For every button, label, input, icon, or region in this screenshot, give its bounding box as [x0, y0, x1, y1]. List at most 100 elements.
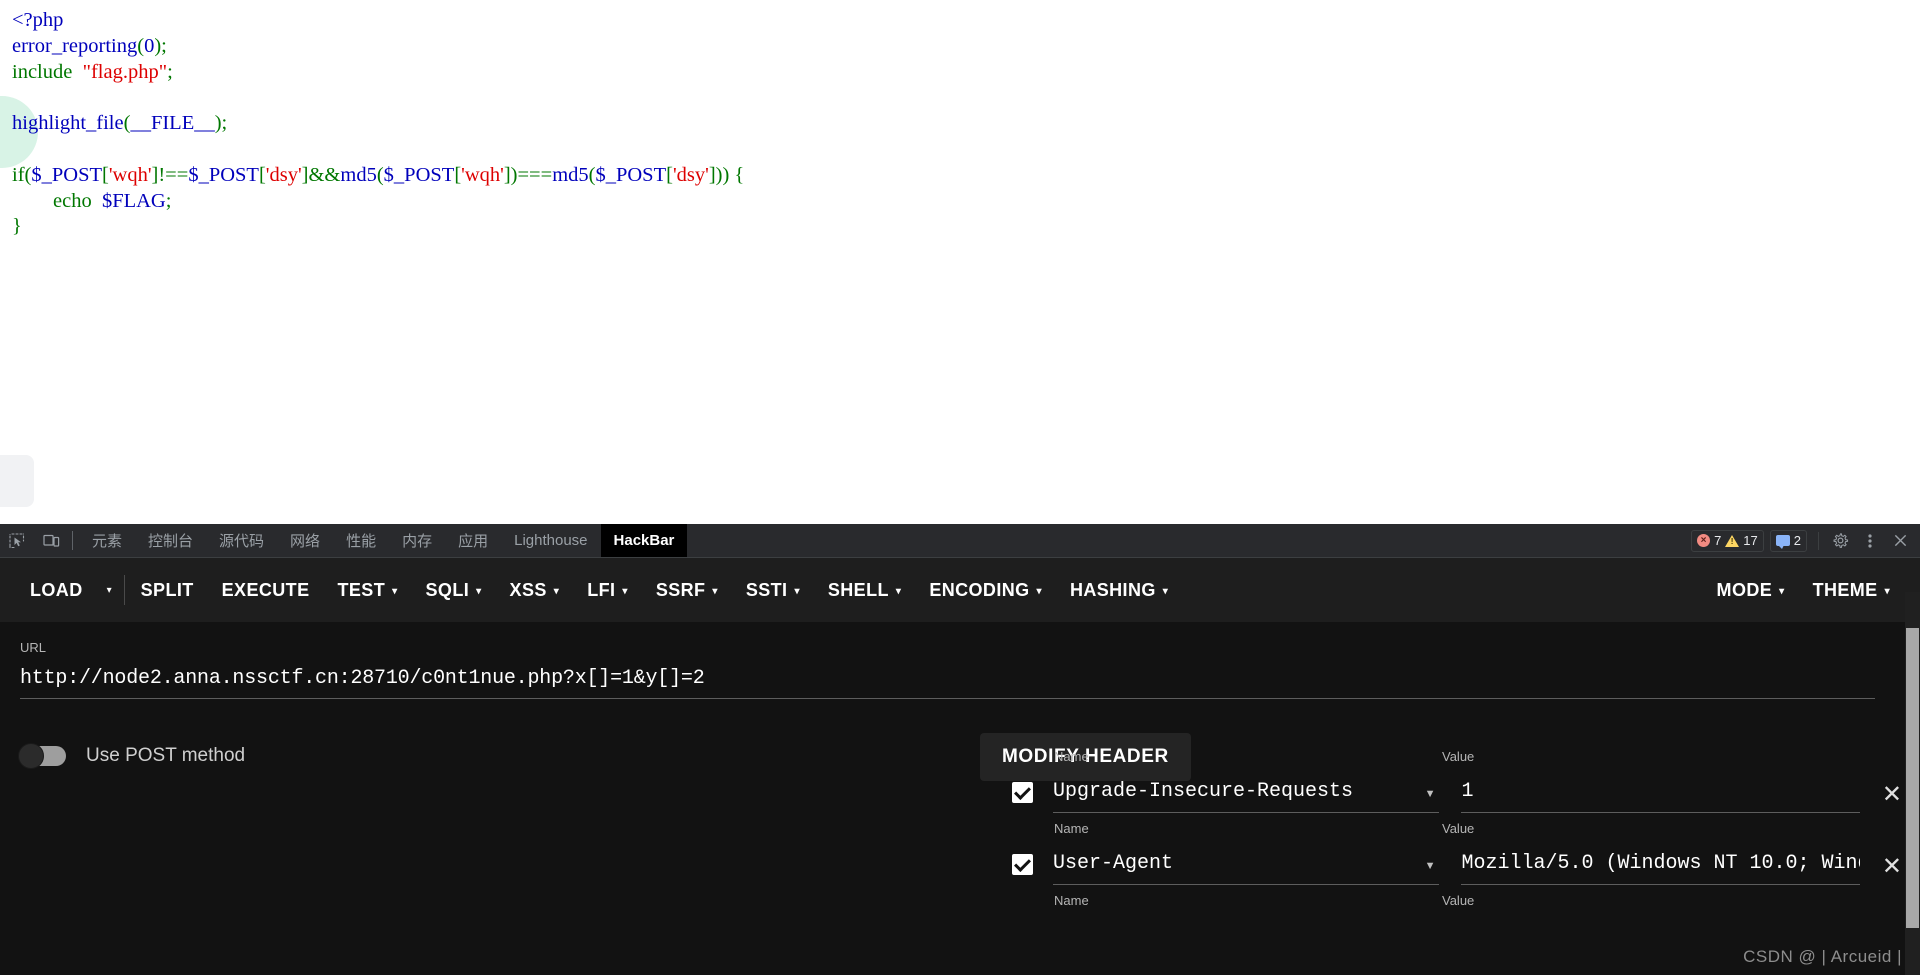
php-source-code: <?php error_reporting(0); include "flag.…	[12, 8, 744, 240]
devtools-tab-application[interactable]: 应用	[445, 524, 501, 557]
header-enabled-checkbox[interactable]	[1012, 854, 1033, 875]
hackbar-hashing-label: HASHING	[1069, 579, 1156, 600]
devtools-tab-performance[interactable]: 性能	[333, 524, 389, 557]
url-input[interactable]: http://node2.anna.nssctf.cn:28710/c0nt1n…	[20, 667, 1875, 699]
code-token: if	[12, 163, 25, 186]
code-token: __FILE__	[130, 112, 215, 135]
issue-counters[interactable]: × 7 17	[1691, 529, 1764, 552]
code-token: ;	[165, 189, 172, 212]
gear-icon[interactable]	[1826, 527, 1854, 555]
inspect-element-icon[interactable]	[0, 524, 34, 557]
hackbar-ssrf-menu[interactable]: SSRF ▾	[642, 558, 732, 622]
code-token: &&	[308, 163, 341, 186]
header-name-input[interactable]: Upgrade-Insecure-Requests ▼	[1053, 780, 1440, 813]
hackbar-body: URL http://node2.anna.nssctf.cn:28710/c0…	[0, 622, 1920, 975]
use-post-method-toggle[interactable]: Use POST method	[18, 733, 980, 769]
chevron-down-icon: ▾	[1162, 585, 1169, 597]
hackbar-load-button[interactable]: LOAD	[16, 558, 97, 622]
code-token: )	[510, 163, 518, 186]
code-token: md5	[552, 163, 589, 186]
hackbar-scrollbar-track[interactable]	[1905, 592, 1920, 975]
device-toolbar-icon[interactable]	[34, 524, 68, 557]
code-token: ;	[161, 34, 167, 57]
code-line: include "flag.php";	[12, 61, 173, 83]
devtools-tab-sources[interactable]: 源代码	[206, 524, 277, 557]
code-token: ===	[517, 163, 553, 186]
code-token: !==	[158, 163, 189, 186]
message-count: 2	[1793, 533, 1801, 548]
chevron-down-icon: ▾	[1036, 585, 1042, 597]
error-icon: ×	[1697, 534, 1711, 547]
devtools-tab-memory[interactable]: 内存	[389, 524, 445, 557]
hackbar-test-menu[interactable]: TEST ▾	[323, 558, 411, 622]
warning-icon	[1725, 534, 1740, 547]
hackbar-theme-menu[interactable]: THEME ▾	[1799, 558, 1904, 622]
code-token: ;	[167, 60, 173, 83]
error-counter[interactable]: × 7	[1697, 533, 1721, 548]
code-token: [	[102, 163, 109, 186]
code-token: {	[729, 163, 745, 186]
toolbar-divider-right	[1818, 531, 1819, 550]
devtools-tab-lighthouse[interactable]: Lighthouse	[501, 524, 600, 557]
devtools-tab-network[interactable]: 网络	[277, 524, 333, 557]
hackbar-execute-button[interactable]: EXECUTE	[208, 558, 324, 622]
hackbar-shell-menu[interactable]: SHELL ▾	[814, 558, 915, 622]
close-icon[interactable]: ✕	[1882, 783, 1902, 807]
header-enabled-checkbox[interactable]	[1012, 782, 1033, 803]
code-token: error_reporting	[12, 34, 138, 57]
header-value-value: 1	[1461, 780, 1474, 803]
toggle-knob	[18, 743, 44, 769]
header-name-value: User-Agent	[1053, 852, 1174, 875]
header-name-label: Name	[1054, 749, 1089, 764]
warning-count: 17	[1743, 533, 1758, 548]
hackbar-lfi-menu[interactable]: LFI ▾	[573, 558, 642, 622]
devtools-tab-console[interactable]: 控制台	[135, 524, 206, 557]
use-post-method-label: Use POST method	[86, 745, 246, 766]
hackbar-split-button[interactable]: SPLIT	[127, 558, 208, 622]
hackbar-mode-menu[interactable]: MODE ▾	[1703, 558, 1799, 622]
code-line: }	[12, 215, 22, 237]
warning-counter[interactable]: 17	[1725, 533, 1758, 548]
hackbar-encoding-label: ENCODING	[929, 579, 1030, 600]
header-value-label: Value	[1442, 821, 1475, 836]
message-counter[interactable]: 2	[1769, 529, 1807, 552]
header-row: Name Value Upgrade-Insecure-Requests ▼ 1…	[1012, 749, 1902, 813]
devtools-tab-hackbar[interactable]: HackBar	[600, 524, 688, 557]
header-name-input[interactable]: User-Agent ▼	[1053, 852, 1440, 885]
close-icon[interactable]: ✕	[1882, 855, 1902, 879]
code-token: ]	[708, 163, 716, 186]
more-options-icon[interactable]	[1856, 527, 1884, 555]
headers-list: Name Value Upgrade-Insecure-Requests ▼ 1…	[1012, 749, 1902, 919]
header-value-input[interactable]: 1	[1461, 780, 1860, 813]
hackbar-lfi-label: LFI	[587, 579, 616, 600]
hackbar-ssti-menu[interactable]: SSTI ▾	[732, 558, 814, 622]
code-line: <?php	[12, 9, 63, 31]
close-icon[interactable]	[1886, 527, 1914, 555]
url-field-block: URL http://node2.anna.nssctf.cn:28710/c0…	[20, 622, 1900, 699]
code-token: $_POST	[595, 163, 667, 186]
code-token: md5	[340, 163, 377, 186]
code-token: 0	[144, 34, 155, 57]
code-token: $_POST	[188, 163, 259, 186]
code-token: 'wqh'	[461, 163, 504, 186]
hackbar-load-dropdown-caret[interactable]: ▾	[97, 558, 122, 622]
toolbar-divider	[72, 531, 73, 550]
devtools-panel: 元素 控制台 源代码 网络 性能 内存 应用 Lighthouse HackBa…	[0, 524, 1920, 975]
hackbar-sqli-menu[interactable]: SQLI ▾	[412, 558, 496, 622]
hackbar-encoding-menu[interactable]: ENCODING ▾	[915, 558, 1056, 622]
toggle-switch[interactable]	[18, 743, 66, 769]
devtools-tab-bar: 元素 控制台 源代码 网络 性能 内存 应用 Lighthouse HackBa…	[0, 524, 1920, 558]
code-token: echo	[12, 189, 102, 212]
header-value-input[interactable]: Mozilla/5.0 (Windows NT 10.0; Windows	[1461, 852, 1860, 885]
message-icon	[1775, 535, 1790, 549]
code-token: include	[12, 60, 83, 83]
hackbar-scrollbar-thumb[interactable]	[1906, 628, 1919, 928]
hackbar-xss-menu[interactable]: XSS ▾	[496, 558, 574, 622]
header-name-label: Name	[1054, 821, 1089, 836]
devtools-tab-elements[interactable]: 元素	[79, 524, 135, 557]
header-name-value: Upgrade-Insecure-Requests	[1053, 780, 1354, 803]
chevron-down-icon: ▾	[476, 585, 482, 597]
hackbar-hashing-menu[interactable]: HASHING ▾	[1056, 558, 1182, 622]
chevron-down-icon: ▾	[1779, 585, 1785, 597]
header-value-label: Value	[1442, 893, 1475, 908]
